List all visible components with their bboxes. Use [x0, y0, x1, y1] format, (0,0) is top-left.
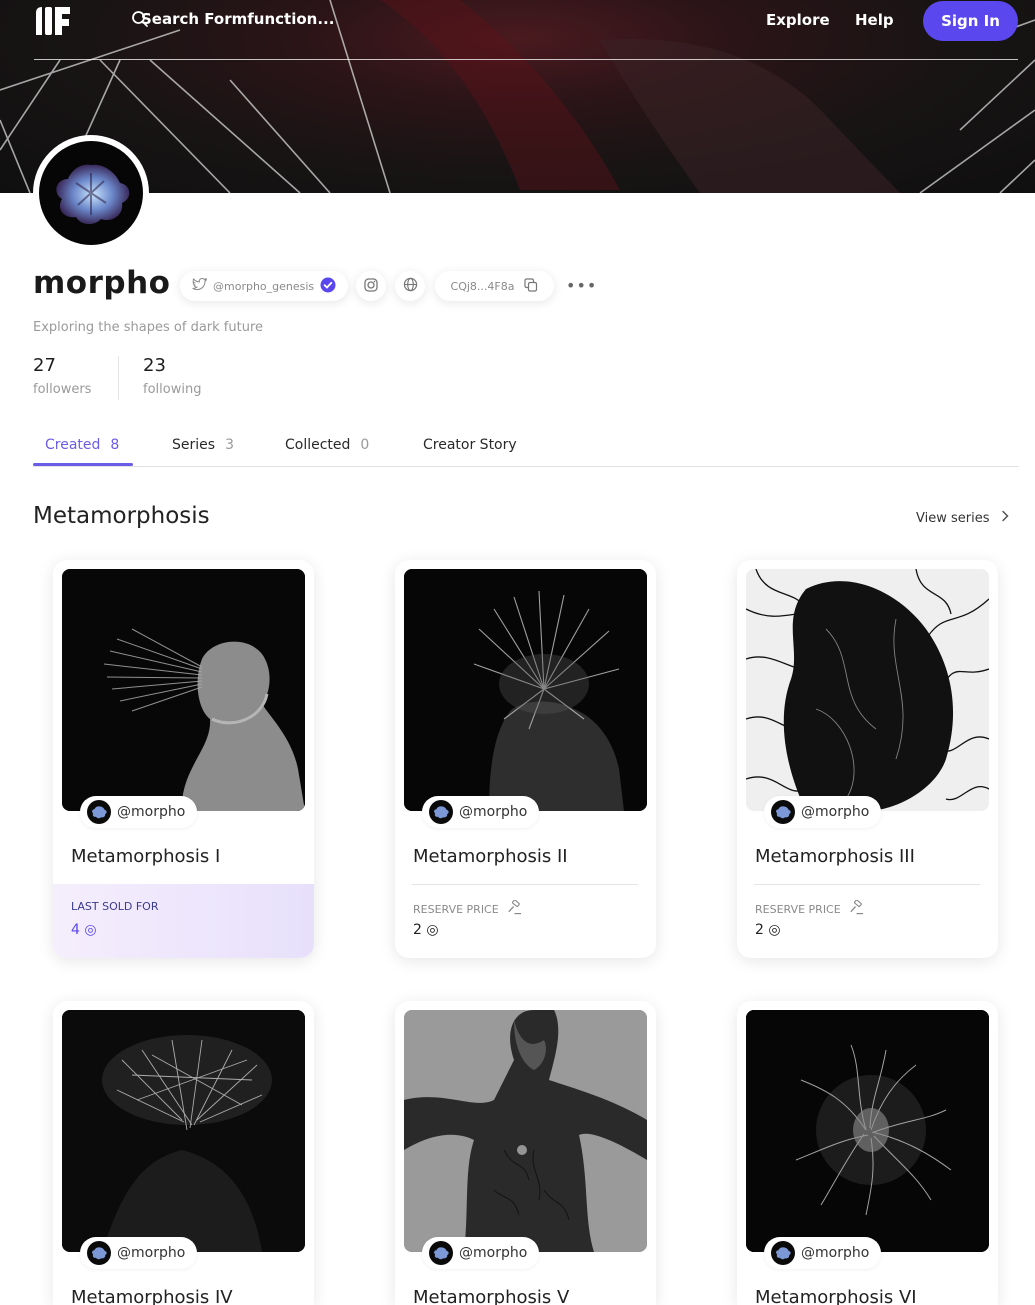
creator-chip[interactable]: @morpho	[764, 796, 882, 828]
price-value: 2 ◎	[413, 922, 439, 938]
tab-series[interactable]: Series 3	[172, 437, 234, 453]
creator-chip[interactable]: @morpho	[764, 1237, 882, 1269]
avatar	[87, 800, 111, 824]
tab-label: Creator Story	[423, 437, 517, 453]
wallet-address-copy[interactable]: CQj8...4F8a	[435, 271, 554, 301]
tab-collected[interactable]: Collected 0	[285, 437, 369, 453]
creator-chip[interactable]: @morpho	[80, 796, 198, 828]
tab-label: Created	[45, 437, 101, 453]
artwork-image	[62, 1010, 305, 1252]
price-label: RESERVE PRICE	[755, 902, 841, 916]
artwork-image	[746, 1010, 989, 1252]
avatar	[771, 800, 795, 824]
nft-card[interactable]: @morpho Metamorphosis II RESERVE PRICE 2…	[395, 560, 656, 958]
price-label-row: RESERVE PRICE	[413, 899, 522, 918]
price-value: 4 ◎	[71, 922, 97, 938]
creator-handle: @morpho	[117, 804, 186, 820]
twitter-icon	[192, 277, 208, 294]
artwork-title: Metamorphosis I	[71, 846, 221, 867]
instagram-icon	[364, 277, 378, 296]
copy-icon	[524, 277, 538, 295]
artwork-image	[404, 1010, 647, 1252]
nft-card[interactable]: @morpho Metamorphosis V	[395, 1001, 656, 1305]
nft-card[interactable]: @morpho Metamorphosis III RESERVE PRICE …	[737, 560, 998, 958]
avatar	[429, 800, 453, 824]
followers-count: 27	[33, 355, 56, 376]
price-value: 2 ◎	[755, 922, 781, 938]
logo-icon[interactable]	[34, 5, 72, 37]
artwork-title: Metamorphosis V	[413, 1287, 570, 1305]
explore-link[interactable]: Explore	[766, 11, 830, 29]
creator-chip[interactable]: @morpho	[422, 796, 540, 828]
artwork-title: Metamorphosis VI	[755, 1287, 917, 1305]
tab-created[interactable]: Created 8	[45, 437, 119, 453]
series-title: Metamorphosis	[33, 503, 210, 529]
tab-label: Series	[172, 437, 216, 453]
top-navigation: Search Formfunction... Explore Help Sign…	[34, 0, 1018, 60]
twitter-handle: @morpho_genesis	[213, 279, 315, 293]
artwork-title: Metamorphosis II	[413, 846, 568, 867]
creator-chip[interactable]: @morpho	[422, 1237, 540, 1269]
sign-in-button[interactable]: Sign In	[923, 1, 1018, 41]
globe-icon	[403, 277, 418, 296]
instagram-link[interactable]	[356, 271, 386, 301]
profile-bio: Exploring the shapes of dark future	[33, 320, 264, 335]
nft-card[interactable]: @morpho Metamorphosis IV	[53, 1001, 314, 1305]
avatar	[771, 1241, 795, 1265]
tab-count: 0	[360, 437, 370, 453]
help-link[interactable]: Help	[855, 11, 894, 29]
artwork-image	[404, 569, 647, 811]
following-count: 23	[143, 355, 166, 376]
artwork-image	[746, 569, 989, 811]
search-input[interactable]: Search Formfunction...	[131, 10, 334, 28]
profile-banner: Search Formfunction... Explore Help Sign…	[0, 0, 1035, 193]
following-label: following	[143, 382, 202, 397]
last-sold-box	[53, 884, 314, 958]
price-label-row: RESERVE PRICE	[755, 899, 864, 918]
profile-username: morpho	[33, 265, 171, 301]
nft-card[interactable]: @morpho Metamorphosis I LAST SOLD FOR 4 …	[53, 560, 314, 958]
stat-divider	[118, 356, 119, 400]
artwork-title: Metamorphosis III	[755, 846, 915, 867]
creator-handle: @morpho	[117, 1245, 186, 1261]
price-label: LAST SOLD FOR	[71, 900, 159, 913]
artwork-image	[62, 569, 305, 811]
creator-handle: @morpho	[459, 804, 528, 820]
gavel-icon	[507, 899, 522, 918]
tab-creator-story[interactable]: Creator Story	[423, 437, 517, 453]
tab-count: 3	[225, 437, 234, 453]
creator-handle: @morpho	[459, 1245, 528, 1261]
verified-icon	[320, 277, 336, 296]
nft-card[interactable]: @morpho Metamorphosis VI	[737, 1001, 998, 1305]
active-tab-indicator	[33, 463, 133, 466]
following-stat[interactable]: 23 following	[143, 355, 201, 397]
more-icon[interactable]: •••	[566, 276, 597, 295]
view-series-link[interactable]: View series	[916, 510, 1010, 526]
website-link[interactable]	[395, 271, 425, 301]
artwork-title: Metamorphosis IV	[71, 1287, 233, 1305]
creator-handle: @morpho	[801, 1245, 870, 1261]
card-divider	[412, 884, 638, 885]
tab-count: 8	[110, 437, 120, 453]
gavel-icon	[849, 899, 864, 918]
wallet-address: CQj8...4F8a	[450, 279, 515, 293]
avatar	[87, 1241, 111, 1265]
tab-label: Collected	[285, 437, 351, 453]
followers-stat[interactable]: 27 followers	[33, 355, 91, 397]
search-placeholder: Search Formfunction...	[141, 10, 335, 28]
followers-label: followers	[33, 382, 92, 397]
profile-tabs: Created 8 Series 3 Collected 0 Creator Stor…	[33, 429, 1019, 467]
twitter-link[interactable]: @morpho_genesis	[180, 271, 349, 301]
chevron-right-icon	[1001, 510, 1010, 526]
view-series-label: View series	[916, 510, 990, 526]
creator-handle: @morpho	[801, 804, 870, 820]
card-divider	[754, 884, 980, 885]
creator-chip[interactable]: @morpho	[80, 1237, 198, 1269]
price-label: RESERVE PRICE	[413, 902, 499, 916]
avatar	[429, 1241, 453, 1265]
profile-avatar	[33, 135, 149, 251]
